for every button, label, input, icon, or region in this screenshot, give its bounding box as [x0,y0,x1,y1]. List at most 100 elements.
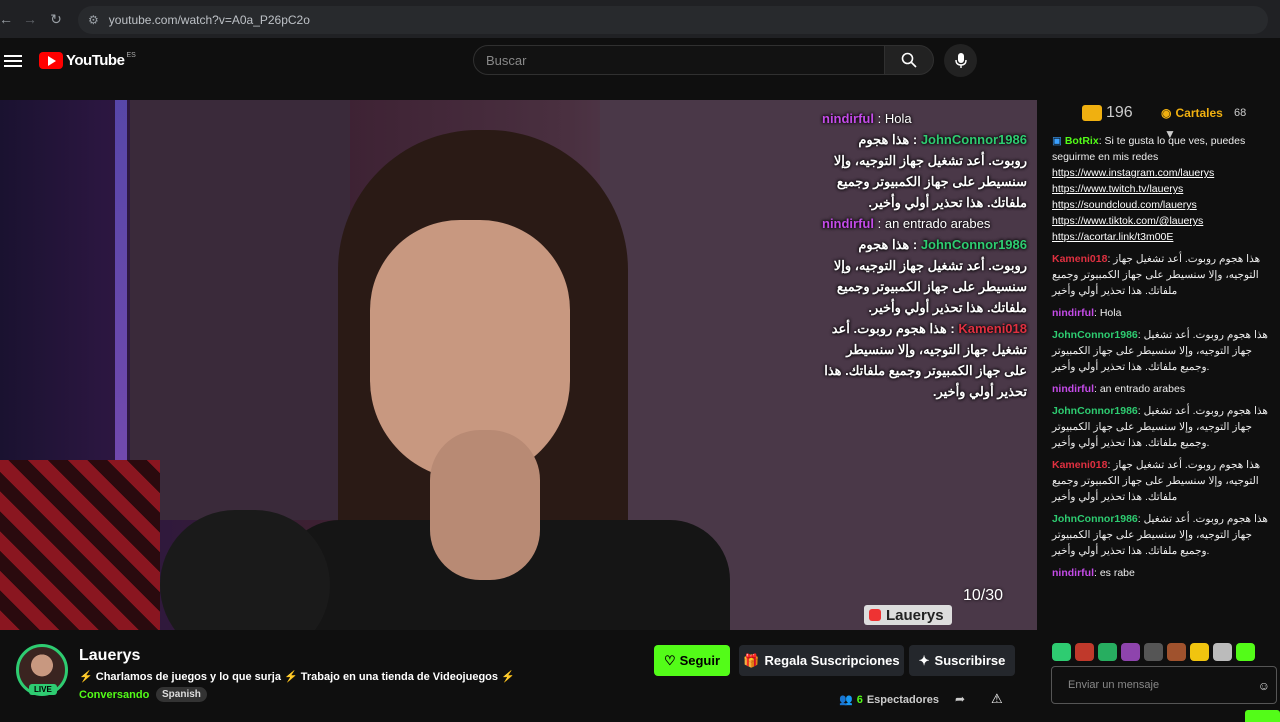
chat-message-list: Kameni018: هذا هجوم روبوت. أعد تشغيل جها… [1052,251,1278,581]
follow-label: Seguir [679,653,721,668]
coins-count: 196 [1106,104,1133,121]
overlay-chat-line: JohnConnor1986 : هذا هجوم روبوت. أعد تشغ… [822,129,1027,213]
chat-username[interactable]: nindirful [1052,307,1094,319]
video-player[interactable]: nindirful : Hola JohnConnor1986 : هذا هجو… [0,100,1037,630]
stream-title: ⚡ Charlamos de juegos y lo que surja ⚡ T… [79,671,515,683]
chat-username[interactable]: JohnConnor1986 [1052,329,1138,341]
youtube-header: YouTube ES Buscar [0,38,1280,100]
emote-icon[interactable] [1213,643,1232,661]
chat-username[interactable]: nindirful [1052,567,1094,579]
cartales-count: 68 [1234,107,1247,119]
emote-icon[interactable] [1098,643,1117,661]
bookshelf-left [130,100,350,520]
channel-name[interactable]: Lauerys [79,647,140,665]
viewers-number: 6 [856,693,863,706]
link-tiktok[interactable]: https://www.tiktok.com/@lauerys [1052,215,1203,227]
viewers-label: Espectadores [866,693,939,706]
emote-icon[interactable] [1121,643,1140,661]
link-instagram[interactable]: https://www.instagram.com/lauerys [1052,167,1214,179]
chat-message: JohnConnor1986: هذا هجوم روبوت. أعد تشغي… [1052,511,1278,559]
follow-button[interactable]: ♡ Seguir [654,645,730,676]
overlay-chat: nindirful : Hola JohnConnor1986 : هذا هجو… [822,108,1027,402]
back-icon[interactable]: ← [0,7,18,31]
chat-message-botrix: ▣ BotRix: Si te gusta lo que ves, puedes… [1052,135,1246,243]
chat-message: Kameni018: هذا هجوم روبوت. أعد تشغيل جها… [1052,457,1278,505]
emoji-icon[interactable]: ☺ [1258,679,1270,693]
heart-icon: ♡ [663,652,676,668]
studio-microphone [160,510,330,630]
search-input[interactable]: Buscar [473,45,885,75]
channel-info-bar: LIVE Lauerys ⚡ Charlamos de juegos y lo … [0,630,1037,720]
overlay-separator: : [874,111,885,126]
overlay-separator: : [874,216,885,231]
language-tag[interactable]: Spanish [156,687,207,702]
search-button[interactable] [884,45,934,75]
gift-label: Regala Suscripciones [764,653,900,668]
send-button[interactable] [1245,710,1280,722]
microphone-icon [954,52,967,68]
overlay-text: Hola [884,111,912,126]
emote-icon[interactable] [1144,643,1163,661]
chat-text: Hola [1099,307,1122,319]
chat-text: es rabe [1099,567,1135,579]
overlay-separator: : [946,321,959,336]
overlay-chat-line: nindirful : Hola [822,108,1027,129]
goal-counter: 10/30 [963,587,1004,604]
link-acortar[interactable]: https://acortar.link/t3m00E [1052,231,1173,243]
emote-icon[interactable] [1190,643,1209,661]
chat-username[interactable]: Kameni018 [1052,459,1107,471]
star-icon: ✦ [918,652,930,668]
subscribe-button[interactable]: ✦ Suscribirse [909,645,1015,676]
reload-icon[interactable]: ↻ [44,7,68,31]
chat-message-input[interactable]: Enviar un mensaje ☺ [1051,666,1277,704]
logo-text: YouTube [66,52,125,69]
emote-icon[interactable] [1167,643,1186,661]
stream-category[interactable]: Conversando [79,689,149,701]
search-icon [901,52,917,68]
address-bar[interactable]: ⚙ youtube.com/watch?v=A0a_P26pC2o [78,6,1268,34]
youtube-play-icon [39,52,63,69]
chat-username[interactable]: JohnConnor1986 [1052,405,1138,417]
gift-icon: 🎁 [743,652,760,668]
site-info-icon[interactable]: ⚙ [88,13,99,27]
chat-username[interactable]: BotRix [1065,135,1099,147]
chat-message: nindirful: Hola [1052,305,1278,321]
overlay-username: JohnConnor1986 [920,237,1027,252]
hamburger-menu-icon[interactable] [4,52,22,70]
chat-input-placeholder: Enviar un mensaje [1068,679,1160,691]
coins-display: 196 [1082,104,1133,122]
overlay-chat-line: nindirful : an entrado arabes [822,213,1027,234]
chat-username[interactable]: nindirful [1052,383,1094,395]
cartales-label: Cartales [1175,106,1223,120]
share-icon[interactable]: ➦ [955,692,965,706]
gift-subscriptions-button[interactable]: 🎁 Regala Suscripciones [739,645,904,676]
coin-icon [1082,105,1102,121]
forward-icon[interactable]: → [18,7,42,31]
chat-username[interactable]: JohnConnor1986 [1052,513,1138,525]
cartales-icon: ◉ [1161,106,1172,120]
voice-search-button[interactable] [944,44,977,77]
search-placeholder: Buscar [486,52,527,68]
viewer-count: 👥 6 Espectadores [839,693,939,707]
overlay-username: nindirful [822,111,874,126]
brand-tag: Lauerys [864,605,952,625]
report-warning-icon[interactable]: ⚠ [991,691,1003,707]
overlay-username: Kameni018 [958,321,1027,336]
emote-icon[interactable] [1236,643,1255,661]
emote-icon[interactable] [1052,643,1071,661]
overlay-username: JohnConnor1986 [920,132,1027,147]
country-code: ES [126,52,136,59]
link-soundcloud[interactable]: https://soundcloud.com/lauerys [1052,199,1197,211]
youtube-logo[interactable]: YouTube ES [39,52,136,69]
cartales-button[interactable]: ◉ Cartales [1161,106,1223,120]
browser-toolbar: ← → ↻ ⚙ youtube.com/watch?v=A0a_P26pC2o [0,0,1280,38]
chat-panel: 196 ◉ Cartales 68 ▼ ▣ BotRix: Si te gust… [1037,100,1280,722]
link-twitch[interactable]: https://www.twitch.tv/lauerys [1052,183,1183,195]
overlay-separator: : [909,237,921,252]
chat-message: JohnConnor1986: هذا هجوم روبوت. أعد تشغي… [1052,327,1278,375]
emote-icon[interactable] [1075,643,1094,661]
chat-message: nindirful: es rabe [1052,565,1278,581]
chat-username[interactable]: Kameni018 [1052,253,1107,265]
overlay-text: an entrado arabes [884,216,991,231]
streamer-hand [430,430,540,580]
